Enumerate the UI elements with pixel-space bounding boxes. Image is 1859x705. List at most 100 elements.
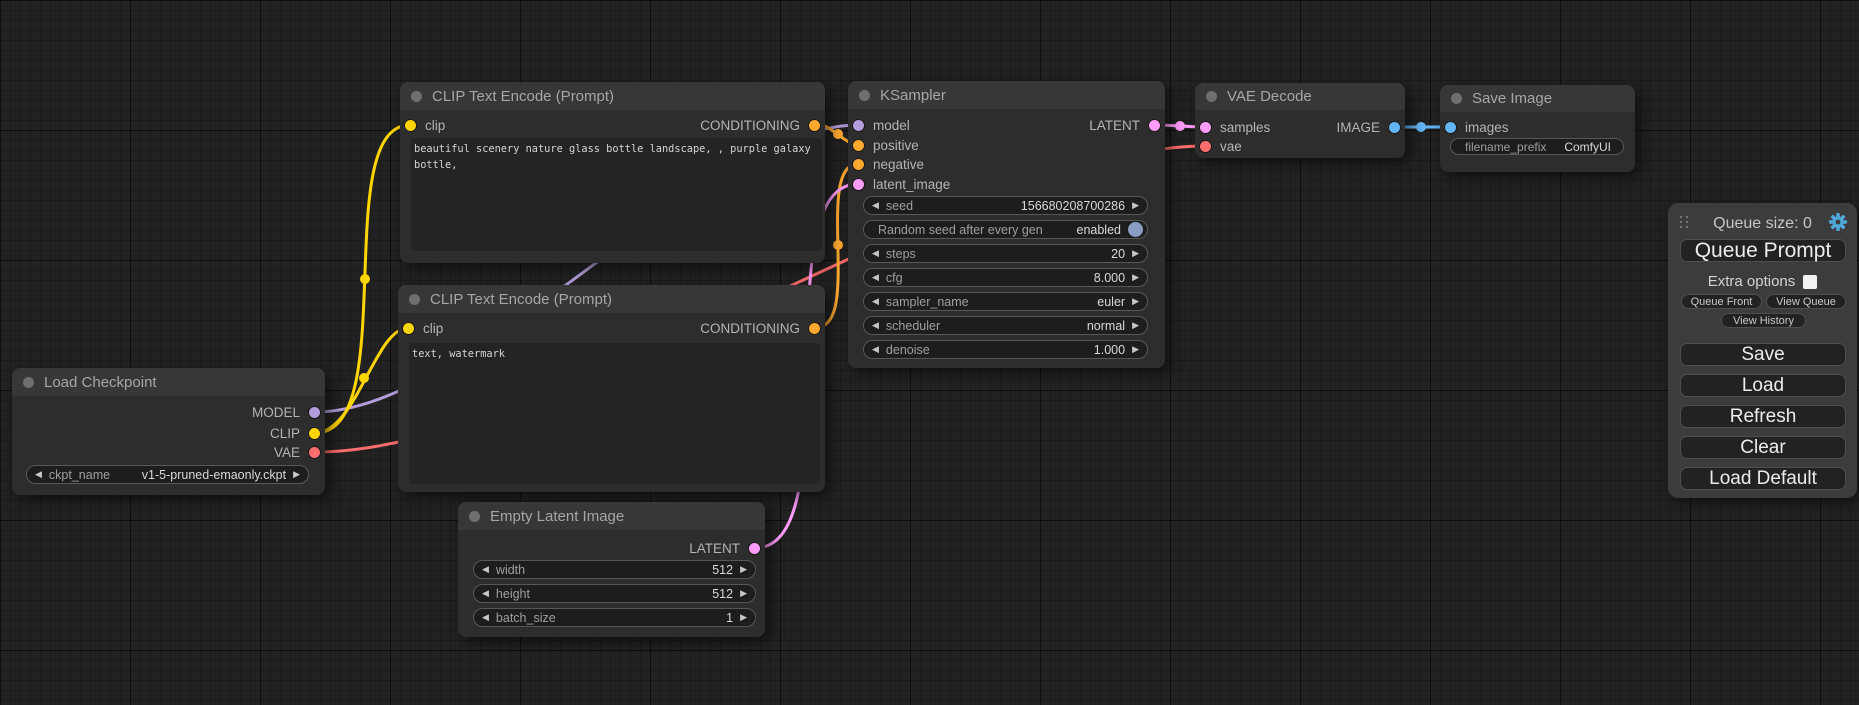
batch-size-widget[interactable]: ◀ batch_size 1 ▶: [473, 608, 756, 627]
gear-icon[interactable]: [1827, 211, 1849, 233]
collapse-dot-icon[interactable]: [469, 511, 480, 522]
output-label-image: IMAGE: [1336, 120, 1380, 135]
widget-value: 512: [712, 587, 733, 601]
widget-value: enabled: [1077, 223, 1122, 237]
node-load-checkpoint[interactable]: Load Checkpoint MODEL CLIP VAE ◀ ckpt_na…: [12, 368, 325, 495]
collapse-dot-icon[interactable]: [23, 377, 34, 388]
increment-arrow-icon[interactable]: ▶: [1132, 200, 1139, 211]
random-seed-toggle-widget[interactable]: Random seed after every gen enabled: [863, 220, 1148, 239]
increment-arrow-icon[interactable]: ▶: [1132, 248, 1139, 259]
widget-label: filename_prefix: [1465, 140, 1546, 154]
denoise-widget[interactable]: ◀ denoise 1.000 ▶: [863, 340, 1148, 359]
decrement-arrow-icon[interactable]: ◀: [35, 469, 42, 480]
node-title: Save Image: [1472, 90, 1552, 107]
node-clip-text-encode-negative[interactable]: CLIP Text Encode (Prompt) clip CONDITION…: [398, 285, 825, 492]
node-titlebar[interactable]: KSampler: [848, 81, 1165, 109]
scheduler-widget[interactable]: ◀ scheduler normal ▶: [863, 316, 1148, 335]
prompt-textarea[interactable]: beautiful scenery nature glass bottle la…: [411, 138, 822, 251]
load-default-button[interactable]: Load Default: [1680, 467, 1846, 490]
node-ksampler[interactable]: KSampler model LATENT positive negative …: [848, 81, 1165, 368]
decrement-arrow-icon[interactable]: ◀: [872, 344, 879, 355]
decrement-arrow-icon[interactable]: ◀: [872, 296, 879, 307]
filename-prefix-widget[interactable]: filename_prefix ComfyUI: [1450, 138, 1624, 155]
node-titlebar[interactable]: Empty Latent Image: [458, 502, 765, 530]
node-clip-text-encode-positive[interactable]: CLIP Text Encode (Prompt) clip CONDITION…: [400, 82, 825, 263]
increment-arrow-icon[interactable]: ▶: [740, 564, 747, 575]
link-midpoint-dot[interactable]: [1416, 122, 1426, 132]
positive-input-slot[interactable]: [853, 140, 864, 151]
save-button[interactable]: Save: [1680, 343, 1846, 366]
input-label-images: images: [1465, 120, 1509, 135]
increment-arrow-icon[interactable]: ▶: [1132, 296, 1139, 307]
link-midpoint-dot[interactable]: [360, 274, 370, 284]
model-output-slot[interactable]: [309, 407, 320, 418]
decrement-arrow-icon[interactable]: ◀: [482, 564, 489, 575]
ckpt-name-widget[interactable]: ◀ ckpt_name v1-5-pruned-emaonly.ckpt ▶: [26, 465, 309, 484]
link-midpoint-dot[interactable]: [833, 129, 843, 139]
vae-output-slot[interactable]: [309, 447, 320, 458]
collapse-dot-icon[interactable]: [859, 90, 870, 101]
node-save-image[interactable]: Save Image images filename_prefix ComfyU…: [1440, 85, 1635, 172]
latent-output-slot[interactable]: [749, 543, 760, 554]
width-widget[interactable]: ◀ width 512 ▶: [473, 560, 756, 579]
image-output-slot[interactable]: [1389, 122, 1400, 133]
increment-arrow-icon[interactable]: ▶: [1132, 344, 1139, 355]
collapse-dot-icon[interactable]: [1206, 91, 1217, 102]
link-midpoint-dot[interactable]: [1175, 121, 1185, 131]
widget-value: 156680208700286: [1021, 199, 1125, 213]
sampler-name-widget[interactable]: ◀ sampler_name euler ▶: [863, 292, 1148, 311]
widget-label: batch_size: [496, 611, 556, 625]
decrement-arrow-icon[interactable]: ◀: [482, 588, 489, 599]
load-button[interactable]: Load: [1680, 374, 1846, 397]
conditioning-output-slot[interactable]: [809, 323, 820, 334]
node-titlebar[interactable]: CLIP Text Encode (Prompt): [400, 82, 825, 110]
node-titlebar[interactable]: Save Image: [1440, 85, 1635, 112]
link-midpoint-dot[interactable]: [833, 240, 843, 250]
node-empty-latent-image[interactable]: Empty Latent Image LATENT ◀ width 512 ▶ …: [458, 502, 765, 637]
steps-widget[interactable]: ◀ steps 20 ▶: [863, 244, 1148, 263]
queue-prompt-button[interactable]: Queue Prompt: [1680, 239, 1846, 262]
clip-output-slot[interactable]: [309, 428, 320, 439]
increment-arrow-icon[interactable]: ▶: [293, 469, 300, 480]
clear-button[interactable]: Clear: [1680, 436, 1846, 459]
output-label-clip: CLIP: [270, 426, 300, 441]
decrement-arrow-icon[interactable]: ◀: [482, 612, 489, 623]
increment-arrow-icon[interactable]: ▶: [1132, 320, 1139, 331]
node-title: CLIP Text Encode (Prompt): [432, 88, 614, 105]
queue-front-button[interactable]: Queue Front: [1681, 294, 1762, 309]
conditioning-output-slot[interactable]: [809, 120, 820, 131]
height-widget[interactable]: ◀ height 512 ▶: [473, 584, 756, 603]
widget-value: v1-5-pruned-emaonly.ckpt: [142, 468, 286, 482]
latent-output-slot[interactable]: [1149, 120, 1160, 131]
node-titlebar[interactable]: CLIP Text Encode (Prompt): [398, 285, 825, 313]
extra-options-checkbox[interactable]: [1803, 275, 1817, 289]
latent-image-input-slot[interactable]: [853, 179, 864, 190]
negative-input-slot[interactable]: [853, 159, 864, 170]
node-titlebar[interactable]: VAE Decode: [1195, 83, 1405, 110]
cfg-widget[interactable]: ◀ cfg 8.000 ▶: [863, 268, 1148, 287]
graph-canvas[interactable]: Load Checkpoint MODEL CLIP VAE ◀ ckpt_na…: [0, 0, 1859, 705]
decrement-arrow-icon[interactable]: ◀: [872, 248, 879, 259]
prompt-textarea[interactable]: text, watermark: [409, 343, 820, 484]
vae-input-slot[interactable]: [1200, 141, 1211, 152]
view-history-button[interactable]: View History: [1721, 313, 1806, 328]
toggle-indicator-icon[interactable]: [1128, 222, 1143, 237]
node-vae-decode[interactable]: VAE Decode samples IMAGE vae: [1195, 83, 1405, 158]
increment-arrow-icon[interactable]: ▶: [740, 612, 747, 623]
view-queue-button[interactable]: View Queue: [1766, 294, 1846, 309]
node-titlebar[interactable]: Load Checkpoint: [12, 368, 325, 396]
seed-widget[interactable]: ◀ seed 156680208700286 ▶: [863, 196, 1148, 215]
increment-arrow-icon[interactable]: ▶: [740, 588, 747, 599]
decrement-arrow-icon[interactable]: ◀: [872, 200, 879, 211]
increment-arrow-icon[interactable]: ▶: [1132, 272, 1139, 283]
collapse-dot-icon[interactable]: [409, 294, 420, 305]
decrement-arrow-icon[interactable]: ◀: [872, 272, 879, 283]
widget-value: euler: [1097, 295, 1125, 309]
images-input-slot[interactable]: [1445, 122, 1456, 133]
collapse-dot-icon[interactable]: [411, 91, 422, 102]
decrement-arrow-icon[interactable]: ◀: [872, 320, 879, 331]
widget-value: 20: [1111, 247, 1125, 261]
collapse-dot-icon[interactable]: [1451, 93, 1462, 104]
refresh-button[interactable]: Refresh: [1680, 405, 1846, 428]
link-midpoint-dot[interactable]: [359, 373, 369, 383]
